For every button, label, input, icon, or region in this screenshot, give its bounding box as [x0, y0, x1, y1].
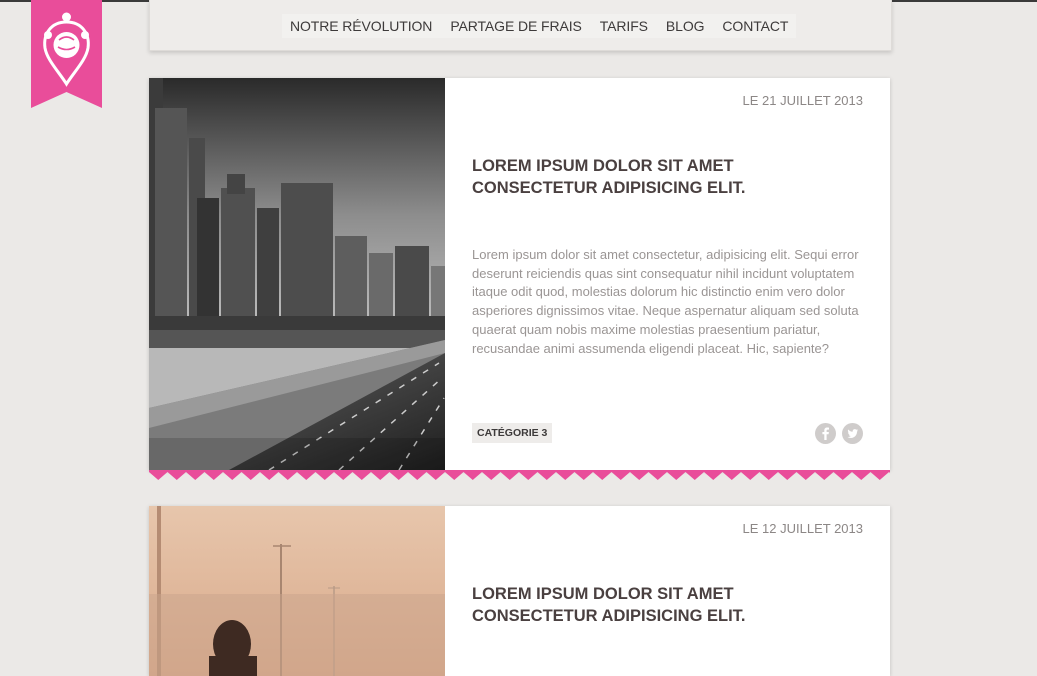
city-highway-photo[interactable]	[149, 78, 445, 470]
category-tag[interactable]: CATÉGORIE 3	[472, 423, 553, 443]
nav-menu: NOTRE RÉVOLUTION PARTAGE DE FRAIS TARIFS…	[282, 14, 797, 38]
nav-item-tarifs[interactable]: TARIFS	[600, 18, 648, 34]
post-date: LE 21 JUILLET 2013	[742, 93, 863, 108]
blog-post-card: LE 21 JUILLET 2013 LOREM IPSUM DOLOR SIT…	[149, 78, 890, 480]
facebook-icon[interactable]	[815, 423, 836, 444]
post-title[interactable]: LOREM IPSUM DOLOR SIT AMET CONSECTETUR A…	[472, 583, 862, 627]
main-navigation: NOTRE RÉVOLUTION PARTAGE DE FRAIS TARIFS…	[149, 0, 892, 51]
nav-item-partage-de-frais[interactable]: PARTAGE DE FRAIS	[450, 18, 582, 34]
nav-item-revolution[interactable]: NOTRE RÉVOLUTION	[290, 18, 432, 34]
nav-item-contact[interactable]: CONTACT	[722, 18, 788, 34]
post-excerpt: Lorem ipsum dolor sit amet consectetur, …	[472, 247, 859, 356]
nav-item-blog[interactable]: BLOG	[666, 18, 705, 34]
woman-roadside-photo[interactable]	[149, 506, 445, 676]
zigzag-border	[149, 470, 890, 480]
twitter-icon[interactable]	[842, 423, 863, 444]
blog-post-card: LE 12 JUILLET 2013 LOREM IPSUM DOLOR SIT…	[149, 506, 890, 676]
post-title[interactable]: LOREM IPSUM DOLOR SIT AMET CONSECTETUR A…	[472, 155, 862, 199]
post-date: LE 12 JUILLET 2013	[742, 521, 863, 536]
pin-balloon-icon	[31, 0, 102, 108]
logo[interactable]	[31, 0, 102, 108]
